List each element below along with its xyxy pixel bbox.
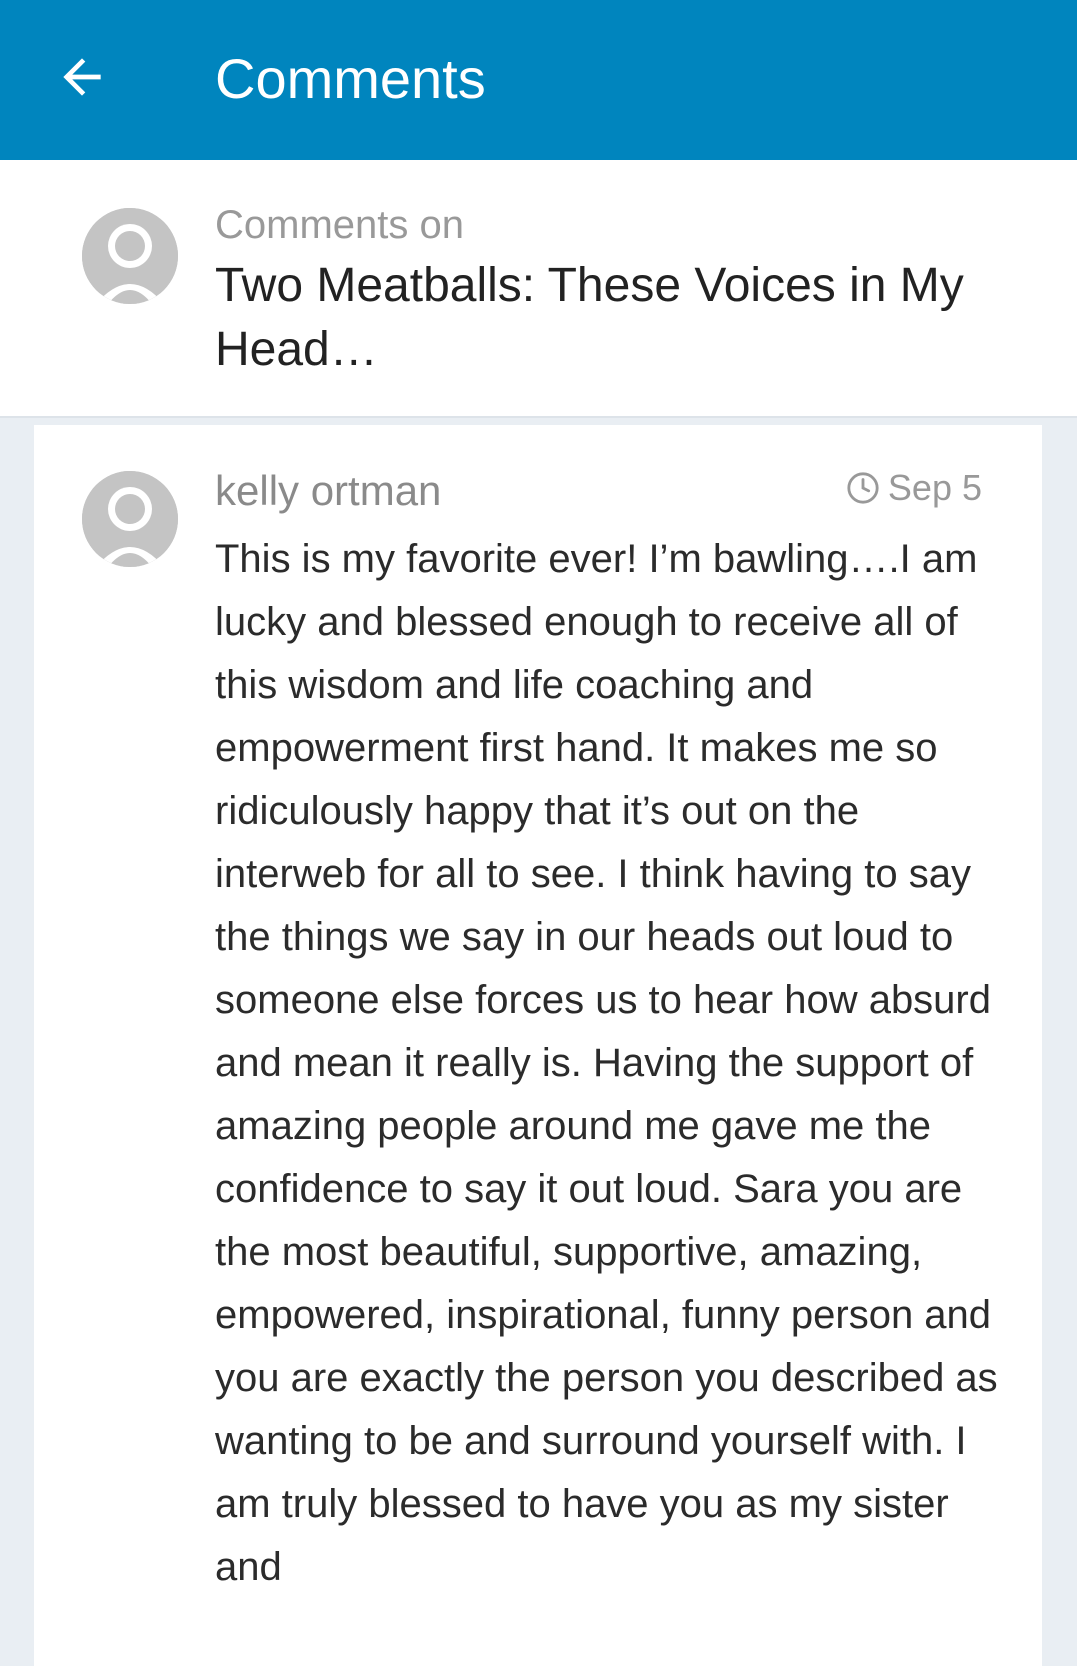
comment-date: Sep 5 [846, 463, 982, 513]
comment-author: kelly ortman [215, 467, 442, 514]
comment-date-text: Sep 5 [887, 467, 982, 508]
commenter-avatar [82, 471, 178, 567]
post-title-link[interactable]: Two Meatballs: These Voices in My Head… [215, 254, 1005, 382]
page-title: Comments [215, 47, 486, 110]
default-avatar-icon [82, 471, 178, 567]
comment-card: kelly ortman Sep 5 This is my favorite e… [34, 425, 1042, 1666]
clock-icon [847, 472, 879, 504]
post-header: Comments on Two Meatballs: These Voices … [0, 160, 1077, 418]
default-avatar-icon [82, 208, 178, 304]
post-author-avatar [82, 208, 178, 304]
arrow-left-icon [63, 58, 101, 96]
back-button[interactable] [40, 35, 124, 119]
comment-body: This is my favorite ever! I’m bawling….I… [215, 537, 998, 1589]
app-bar: Comments [0, 0, 1077, 160]
comments-on-label: Comments on [215, 203, 464, 247]
